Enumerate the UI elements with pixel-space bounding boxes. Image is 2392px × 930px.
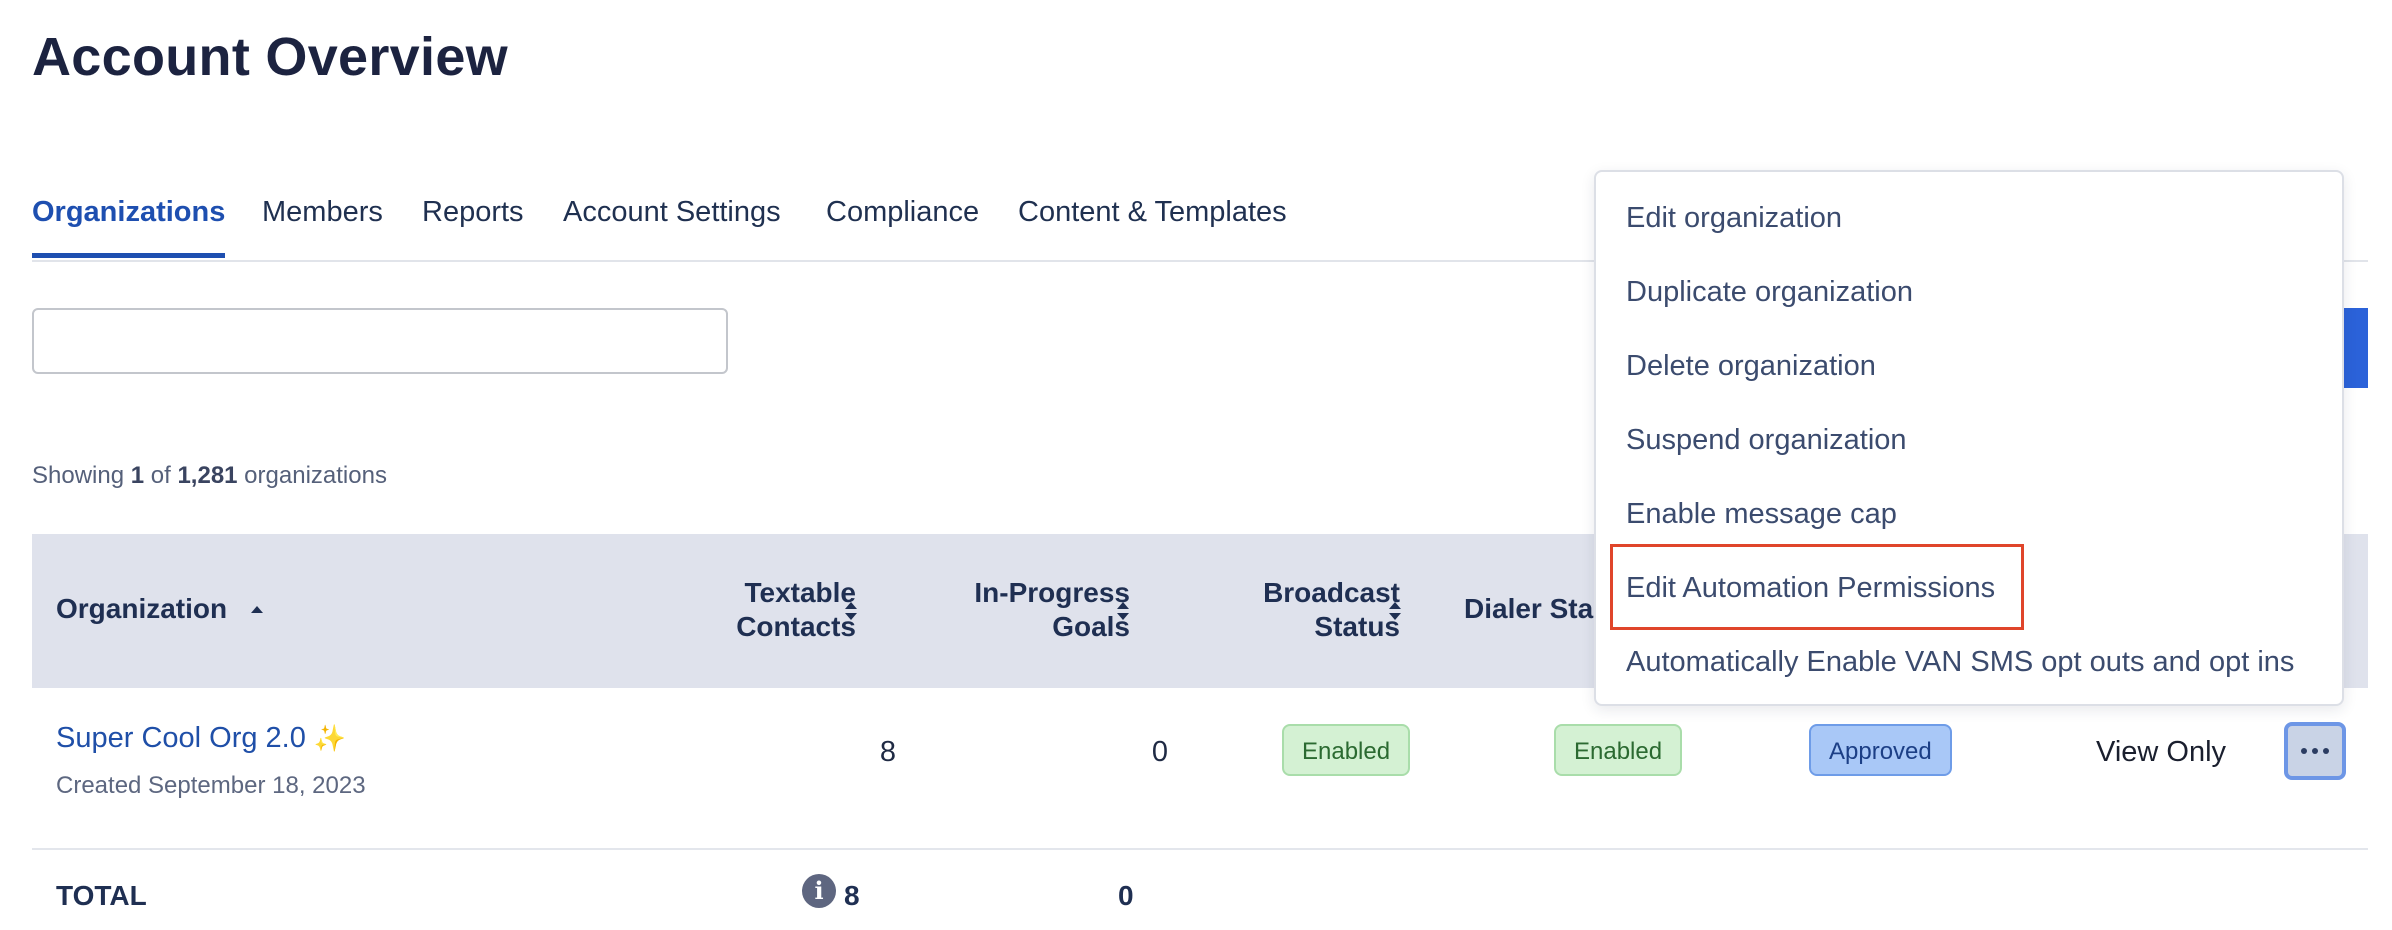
tab-members[interactable]: Members — [262, 196, 383, 258]
textable-contacts-value: 8 — [879, 736, 896, 768]
column-header-textable-line1: Textable — [744, 577, 856, 608]
results-summary: Showing 1 of 1,281 organizations — [32, 462, 387, 490]
menu-item-suspend-organization[interactable]: Suspend organization — [1626, 424, 1907, 457]
menu-item-duplicate-organization[interactable]: Duplicate organization — [1626, 276, 1913, 309]
page-title: Account Overview — [32, 27, 508, 87]
table-row: Super Cool Org 2.0 ✨ Created September 18… — [32, 688, 2368, 850]
summary-suffix: organizations — [237, 462, 387, 489]
column-header-inprogress-line2: Goals — [1052, 611, 1130, 642]
ellipsis-icon — [2301, 748, 2329, 754]
tab-account-settings[interactable]: Account Settings — [563, 196, 781, 258]
menu-item-delete-organization[interactable]: Delete organization — [1626, 350, 1876, 383]
tab-content-templates[interactable]: Content & Templates — [1018, 196, 1287, 258]
row-actions-button[interactable] — [2284, 722, 2346, 780]
menu-item-enable-message-cap[interactable]: Enable message cap — [1626, 498, 1897, 531]
tab-organizations[interactable]: Organizations — [32, 196, 226, 258]
total-label: TOTAL — [56, 880, 147, 911]
summary-total-count: 1,281 — [177, 462, 238, 489]
column-header-in-progress-goals[interactable]: In-Progress Goals — [912, 576, 1130, 644]
column-header-organization-label: Organization — [56, 593, 228, 624]
in-progress-goals-value: 0 — [1151, 736, 1168, 768]
info-icon[interactable]: i — [802, 874, 836, 908]
column-header-broadcast-line1: Broadcast — [1263, 577, 1400, 608]
column-header-dialer-status[interactable]: Dialer Sta — [1464, 592, 1593, 626]
column-header-textable-line2: Contacts — [736, 611, 856, 642]
total-row: TOTAL i 8 0 — [32, 850, 2368, 930]
organization-created-date: Created September 18, 2023 — [56, 772, 366, 799]
summary-prefix: Showing — [32, 462, 131, 489]
sparkles-icon: ✨ — [313, 723, 347, 753]
column-header-broadcast-status[interactable]: Broadcast Status — [1192, 576, 1400, 644]
summary-shown-count: 1 — [130, 462, 145, 489]
tab-reports[interactable]: Reports — [422, 196, 524, 258]
dialer-status-badge: Enabled — [1554, 724, 1683, 776]
broadcast-status-badge: Enabled — [1282, 724, 1411, 776]
column-header-inprogress-line1: In-Progress — [974, 577, 1130, 608]
tab-compliance[interactable]: Compliance — [826, 196, 979, 258]
column-header-organization[interactable]: Organization — [56, 592, 263, 626]
access-level: View Only — [2096, 736, 2227, 768]
sort-icon[interactable] — [1388, 598, 1402, 624]
column-header-textable-contacts[interactable]: Textable Contacts — [672, 576, 856, 644]
organization-link[interactable]: Super Cool Org 2.0 ✨ — [56, 722, 346, 755]
caret-up-icon — [250, 596, 264, 622]
row-actions-menu: Edit organization Duplicate organization… — [1594, 170, 2344, 706]
total-in-progress-goals: 0 — [1118, 880, 1134, 911]
total-textable-contacts: 8 — [844, 880, 860, 911]
approval-status-badge: Approved — [1809, 724, 1952, 776]
column-header-broadcast-line2: Status — [1314, 611, 1400, 642]
menu-item-edit-organization[interactable]: Edit organization — [1626, 202, 1842, 235]
sort-icon[interactable] — [1116, 598, 1130, 624]
menu-item-enable-van-sms-opt[interactable]: Automatically Enable VAN SMS opt outs an… — [1626, 646, 2294, 679]
sort-icon[interactable] — [844, 598, 858, 624]
summary-middle: of — [144, 462, 178, 489]
organization-name: Super Cool Org 2.0 — [56, 722, 306, 754]
search-input[interactable] — [32, 308, 728, 374]
menu-item-edit-automation-permissions[interactable]: Edit Automation Permissions — [1626, 572, 1995, 605]
